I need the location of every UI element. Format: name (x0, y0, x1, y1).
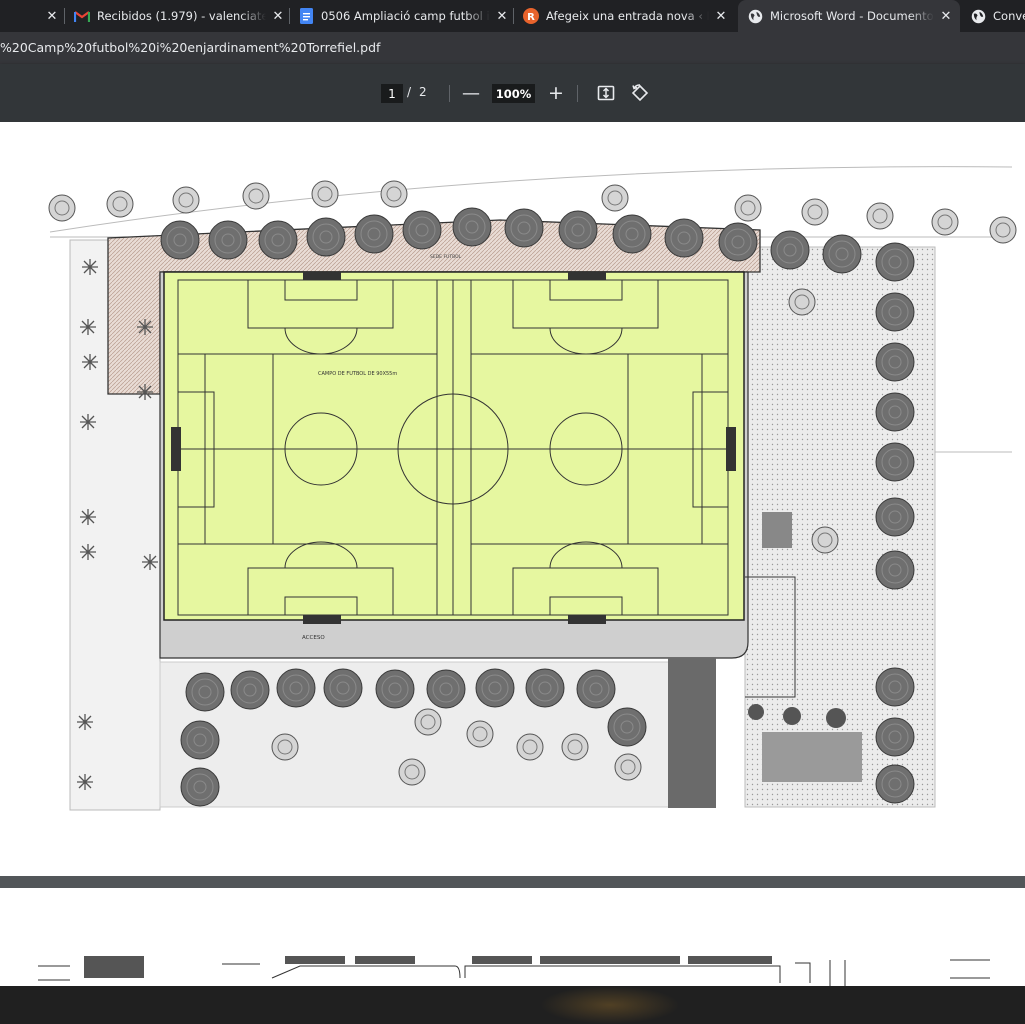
tab-strip: ✕ Recibidos (1.979) - valenciatelevi ✕ 0… (0, 0, 1025, 32)
pdf-page-1: CAMPO DE FUTBOL DE 90X55m ACCESO SEDE FU… (0, 122, 1025, 876)
page-divider (0, 876, 1025, 888)
svg-text:R: R (527, 12, 535, 23)
tab-divider (513, 8, 514, 24)
tab-label: 0506 Ampliació camp futbol i aja (321, 9, 490, 23)
ribera-site-icon: R (523, 8, 539, 24)
field-label: CAMPO DE FUTBOL DE 90X55m (318, 371, 397, 377)
fit-page-icon (597, 85, 615, 101)
close-tab-icon[interactable]: ✕ (270, 8, 286, 24)
pdf-toolbar: 1 / 2 — 100% + (0, 64, 1025, 122)
site-plan-drawing: CAMPO DE FUTBOL DE 90X55m ACCESO SEDE FU… (48, 166, 1017, 811)
tab-label: Recibidos (1.979) - valenciatelevi (97, 9, 266, 23)
tab-label: Conve (993, 9, 1025, 23)
top-label: SEDE FUTBOL (430, 254, 462, 260)
page-2-drawing-top (38, 956, 990, 988)
tab-google-docs[interactable]: 0506 Ampliació camp futbol i aja ✕ (298, 0, 510, 32)
close-tab-icon[interactable]: ✕ (44, 8, 60, 24)
tab-label: Afegeix una entrada nova ‹ Ribe (546, 9, 709, 23)
total-pages: 2 (419, 85, 427, 99)
pdf-viewer[interactable]: CAMPO DE FUTBOL DE 90X55m ACCESO SEDE FU… (0, 122, 1025, 988)
tab-gmail[interactable]: Recibidos (1.979) - valenciatelevi ✕ (74, 0, 286, 32)
current-page-input[interactable]: 1 (381, 84, 403, 103)
gmail-icon (74, 8, 90, 24)
toolbar-divider (577, 85, 578, 102)
tab-previous[interactable]: ✕ (0, 0, 60, 32)
rotate-icon (631, 84, 649, 102)
pdf-page-2 (0, 888, 1025, 988)
fit-to-page-button[interactable] (596, 83, 616, 103)
tab-label: Microsoft Word - Documento1 (770, 9, 934, 23)
close-tab-icon[interactable]: ✕ (713, 8, 729, 24)
toolbar-divider (449, 85, 450, 102)
access-ramp (668, 658, 716, 808)
zoom-level-input[interactable]: 100% (492, 84, 535, 103)
tab-ribera-site[interactable]: R Afegeix una entrada nova ‹ Ribe ✕ (523, 0, 729, 32)
rotate-button[interactable] (630, 83, 650, 103)
globe-icon (747, 8, 763, 24)
tab-divider (289, 8, 290, 24)
google-docs-icon (298, 8, 314, 24)
address-url[interactable]: %20Camp%20futbol%20i%20enjardinament%20T… (0, 40, 380, 55)
close-tab-icon[interactable]: ✕ (494, 8, 510, 24)
tab-divider (64, 8, 65, 24)
taskbar-highlight (540, 986, 680, 1024)
globe-icon (970, 8, 986, 24)
zoom-in-button[interactable]: + (546, 82, 566, 104)
tab-microsoft-word[interactable]: Microsoft Word - Documento1 ✕ (738, 0, 960, 32)
os-taskbar (0, 986, 1025, 1024)
zoom-out-button[interactable]: — (462, 83, 480, 104)
access-label: ACCESO (302, 635, 325, 641)
page-separator: / (407, 85, 412, 99)
tab-converter[interactable]: Conve (970, 0, 1025, 32)
address-bar[interactable]: %20Camp%20futbol%20i%20enjardinament%20T… (0, 32, 1025, 64)
close-tab-icon[interactable]: ✕ (938, 8, 954, 24)
